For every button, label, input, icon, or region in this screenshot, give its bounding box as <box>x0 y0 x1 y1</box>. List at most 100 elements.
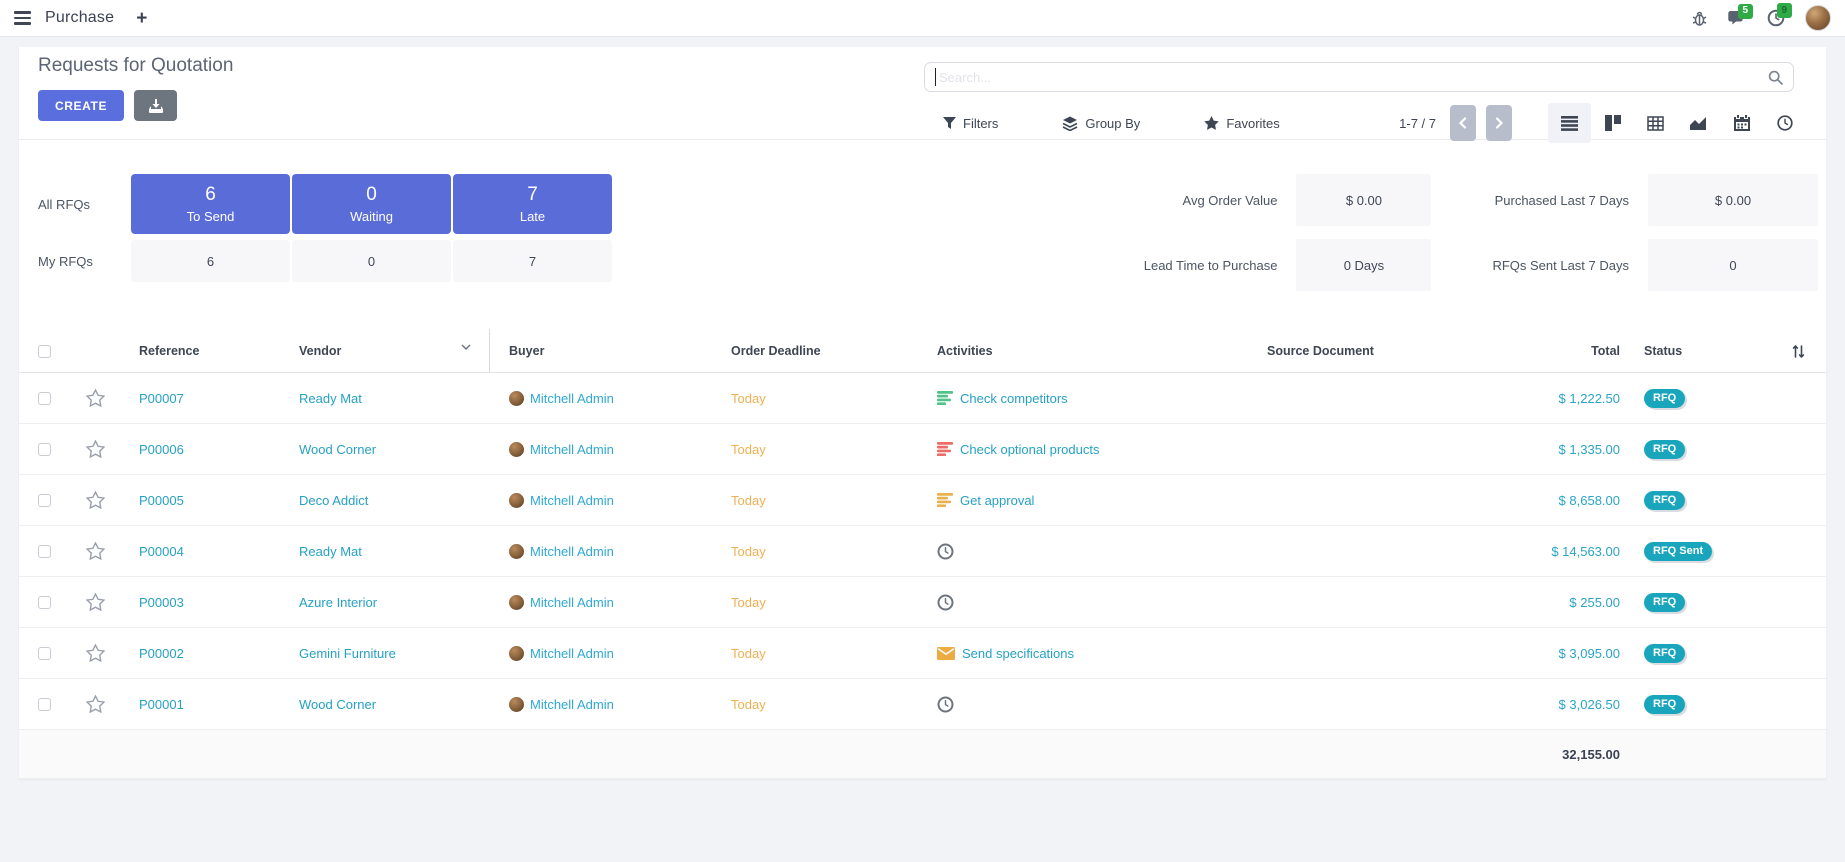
header-source-document[interactable]: Source Document <box>1248 344 1450 358</box>
search-bar[interactable] <box>924 62 1794 92</box>
favorite-star-icon[interactable] <box>86 644 105 662</box>
vendor-link[interactable]: Azure Interior <box>299 595 377 610</box>
purchase-dashboard: All RFQs 6 To Send 0 Waiting 7 Late My R… <box>19 140 1826 329</box>
buyer-link[interactable]: Mitchell Admin <box>530 544 614 559</box>
header-total[interactable]: Total <box>1450 344 1625 358</box>
order-deadline-value: Today <box>731 544 766 559</box>
buyer-link[interactable]: Mitchell Admin <box>530 493 614 508</box>
table-row[interactable]: P00003 Azure Interior Mitchell Admin Tod… <box>19 577 1826 628</box>
favorite-star-icon[interactable] <box>86 389 105 407</box>
activity-link[interactable]: Get approval <box>960 493 1034 508</box>
reference-link[interactable]: P00002 <box>139 646 184 661</box>
favorite-star-icon[interactable] <box>86 695 105 713</box>
header-status[interactable]: Status <box>1625 344 1770 358</box>
table-row[interactable]: P00001 Wood Corner Mitchell Admin Today … <box>19 679 1826 730</box>
buyer-link[interactable]: Mitchell Admin <box>530 697 614 712</box>
vendor-link[interactable]: Wood Corner <box>299 697 376 712</box>
activity-type-icon[interactable] <box>937 543 954 560</box>
vendor-link[interactable]: Ready Mat <box>299 391 362 406</box>
create-button[interactable]: CREATE <box>38 90 124 121</box>
activity-view-icon <box>1777 115 1793 131</box>
apps-menu-icon[interactable] <box>14 11 31 24</box>
table-row[interactable]: P00002 Gemini Furniture Mitchell Admin T… <box>19 628 1826 679</box>
tile-to-send[interactable]: 6 To Send <box>131 174 290 234</box>
favorite-star-icon[interactable] <box>86 593 105 611</box>
row-checkbox[interactable] <box>38 698 51 711</box>
tile-waiting[interactable]: 0 Waiting <box>292 174 451 234</box>
row-checkbox[interactable] <box>38 494 51 507</box>
app-name[interactable]: Purchase <box>45 9 114 27</box>
view-pivot-button[interactable] <box>1634 103 1677 143</box>
row-checkbox[interactable] <box>38 392 51 405</box>
activity-type-icon[interactable] <box>937 696 954 713</box>
user-avatar[interactable] <box>1805 5 1831 31</box>
reference-link[interactable]: P00006 <box>139 442 184 457</box>
select-all-checkbox[interactable] <box>38 345 51 358</box>
debug-bug-icon[interactable] <box>1691 10 1708 27</box>
status-badge: RFQ <box>1644 644 1685 663</box>
row-checkbox[interactable] <box>38 596 51 609</box>
export-button[interactable] <box>134 90 177 121</box>
header-order-deadline[interactable]: Order Deadline <box>712 344 918 358</box>
tile-late[interactable]: 7 Late <box>453 174 612 234</box>
buyer-link[interactable]: Mitchell Admin <box>530 646 614 661</box>
optional-columns-button[interactable] <box>1770 344 1826 359</box>
reference-link[interactable]: P00007 <box>139 391 184 406</box>
reference-link[interactable]: P00005 <box>139 493 184 508</box>
view-list-button[interactable] <box>1548 103 1591 143</box>
view-activity-button[interactable] <box>1763 103 1806 143</box>
activity-type-icon[interactable] <box>937 594 954 611</box>
pager-previous-button[interactable] <box>1450 105 1476 141</box>
table-row[interactable]: P00006 Wood Corner Mitchell Admin Today … <box>19 424 1826 475</box>
my-late-value[interactable]: 7 <box>453 240 612 282</box>
search-input[interactable] <box>939 70 1768 85</box>
favorites-button[interactable]: Favorites <box>1204 116 1279 131</box>
table-row[interactable]: P00004 Ready Mat Mitchell Admin Today $ … <box>19 526 1826 577</box>
group-by-button[interactable]: Group By <box>1062 116 1140 131</box>
vendor-link[interactable]: Deco Addict <box>299 493 368 508</box>
header-buyer[interactable]: Buyer <box>490 344 712 358</box>
search-icon[interactable] <box>1768 70 1783 85</box>
activity-type-icon[interactable] <box>937 493 953 507</box>
header-activities[interactable]: Activities <box>918 344 1248 358</box>
buyer-link[interactable]: Mitchell Admin <box>530 595 614 610</box>
kpi-purchased-value: $ 0.00 <box>1648 174 1818 226</box>
reference-link[interactable]: P00003 <box>139 595 184 610</box>
view-calendar-button[interactable] <box>1720 103 1763 143</box>
activity-link[interactable]: Check competitors <box>960 391 1068 406</box>
status-badge: RFQ <box>1644 440 1685 459</box>
header-reference[interactable]: Reference <box>120 344 280 358</box>
sort-caret-icon <box>461 344 471 351</box>
filters-button[interactable]: Filters <box>943 116 998 131</box>
vendor-link[interactable]: Gemini Furniture <box>299 646 396 661</box>
my-to-send-value[interactable]: 6 <box>131 240 290 282</box>
pager-next-button[interactable] <box>1486 105 1512 141</box>
buyer-avatar <box>509 391 524 406</box>
my-waiting-value[interactable]: 0 <box>292 240 451 282</box>
header-vendor[interactable]: Vendor <box>280 329 490 373</box>
row-checkbox[interactable] <box>38 647 51 660</box>
buyer-link[interactable]: Mitchell Admin <box>530 442 614 457</box>
reference-link[interactable]: P00001 <box>139 697 184 712</box>
reference-link[interactable]: P00004 <box>139 544 184 559</box>
buyer-link[interactable]: Mitchell Admin <box>530 391 614 406</box>
activities-clock-icon[interactable]: 9 <box>1767 9 1785 27</box>
table-row[interactable]: P00007 Ready Mat Mitchell Admin Today Ch… <box>19 373 1826 424</box>
activity-type-icon[interactable] <box>937 391 953 405</box>
vendor-link[interactable]: Wood Corner <box>299 442 376 457</box>
row-checkbox[interactable] <box>38 443 51 456</box>
view-kanban-button[interactable] <box>1591 103 1634 143</box>
new-tab-button[interactable]: + <box>136 9 147 28</box>
activity-type-icon[interactable] <box>937 442 953 456</box>
favorite-star-icon[interactable] <box>86 491 105 509</box>
favorite-star-icon[interactable] <box>86 542 105 560</box>
vendor-link[interactable]: Ready Mat <box>299 544 362 559</box>
activity-type-icon[interactable] <box>937 647 955 660</box>
favorite-star-icon[interactable] <box>86 440 105 458</box>
activity-link[interactable]: Check optional products <box>960 442 1099 457</box>
table-row[interactable]: P00005 Deco Addict Mitchell Admin Today … <box>19 475 1826 526</box>
row-checkbox[interactable] <box>38 545 51 558</box>
activity-link[interactable]: Send specifications <box>962 646 1074 661</box>
messages-icon[interactable]: 5 <box>1728 10 1747 27</box>
view-graph-button[interactable] <box>1677 103 1720 143</box>
